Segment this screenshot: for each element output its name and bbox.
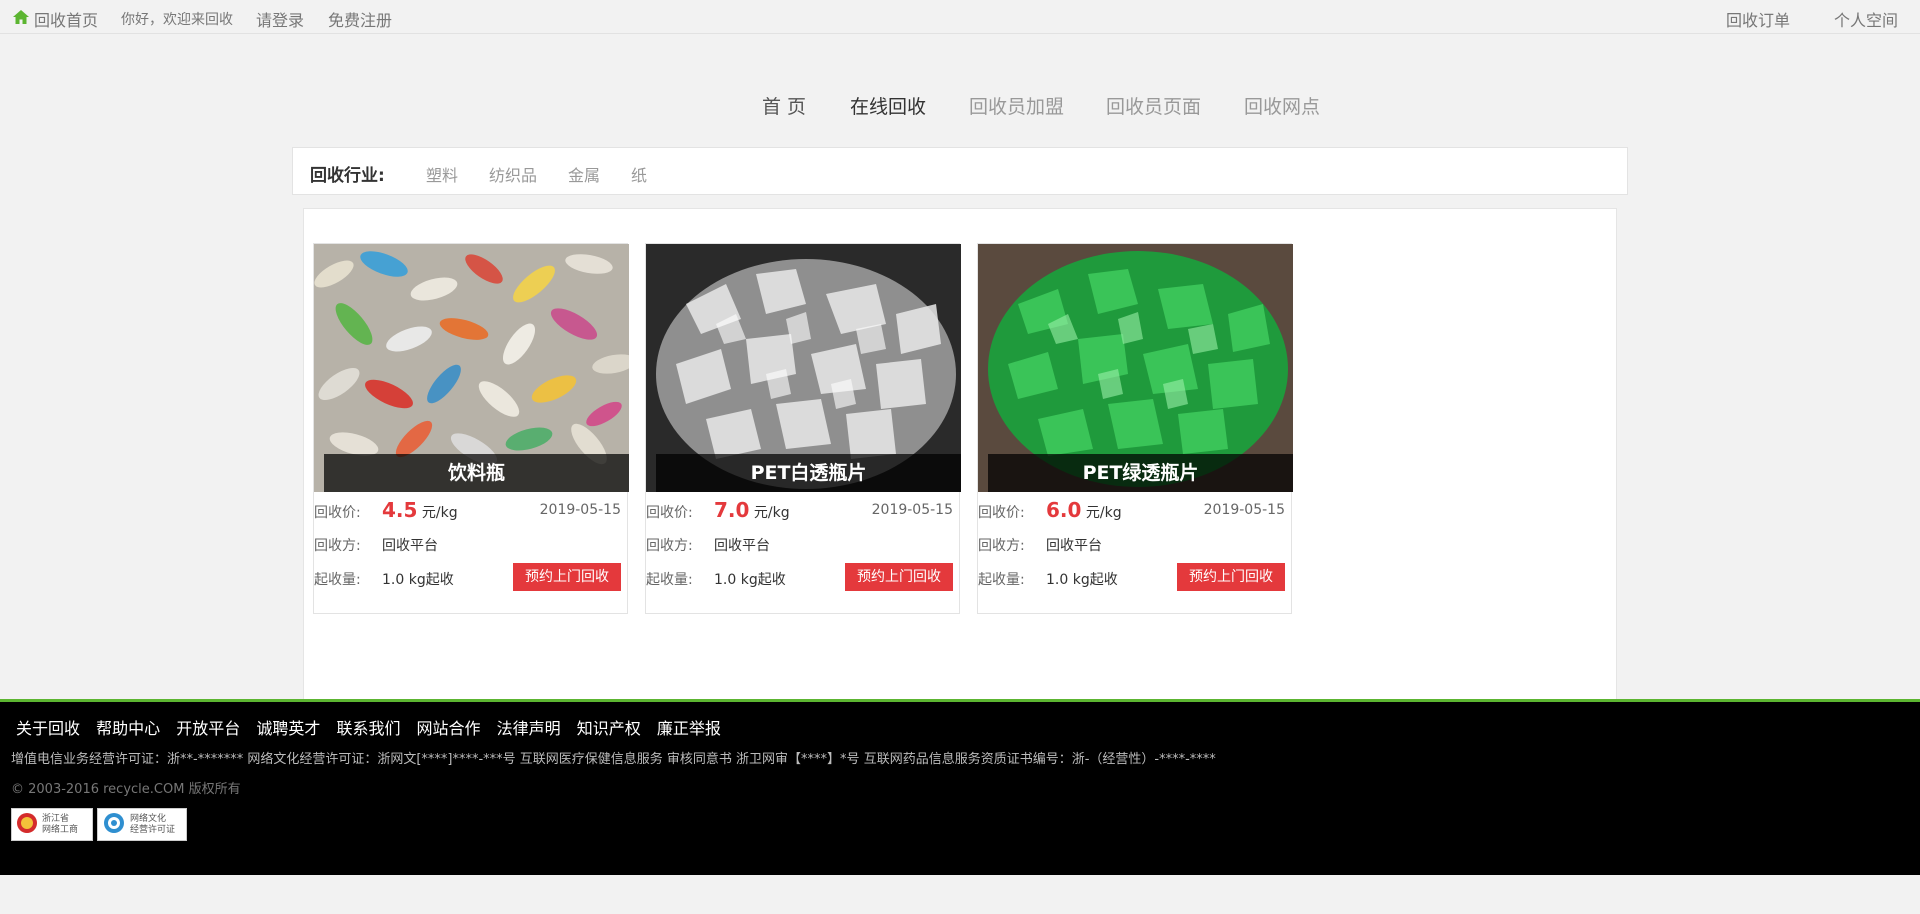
category-label: 回收行业: <box>310 166 385 186</box>
recycler-label: 回收方: <box>978 538 1025 554</box>
category-paper[interactable]: 纸 <box>631 162 647 186</box>
product-image[interactable]: PET绿透瓶片 <box>978 244 1293 492</box>
copyright-text: © 2003-2016 recycle.COM 版权所有 <box>11 782 241 797</box>
login-link[interactable]: 请登录 <box>256 7 304 31</box>
product-name: PET绿透瓶片 <box>988 454 1293 492</box>
min-quantity-value: 1.0 kg起收 <box>1046 572 1118 588</box>
min-quantity-label: 起收量: <box>646 572 693 588</box>
register-link[interactable]: 免费注册 <box>328 7 392 31</box>
footer-link-careers[interactable]: 诚聘英才 <box>256 719 320 738</box>
min-quantity-value: 1.0 kg起收 <box>714 572 786 588</box>
footer-links: 关于回收 帮助中心 开放平台 诚聘英才 联系我们 网站合作 法律声明 知识产权 … <box>16 715 732 739</box>
footer-link-about[interactable]: 关于回收 <box>16 719 80 738</box>
book-pickup-button[interactable]: 预约上门回收 <box>513 563 621 591</box>
home-icon <box>12 9 30 29</box>
emblem-icon <box>16 811 38 839</box>
product-card[interactable]: PET白透瓶片 回收价: 7.0 元/kg 2019-05-15 回收方: 回收… <box>645 243 961 614</box>
price-unit: 元/kg <box>421 505 458 521</box>
price-date: 2019-05-15 <box>539 502 621 518</box>
home-link[interactable]: 回收首页 <box>12 7 98 31</box>
price-date: 2019-05-15 <box>871 502 953 518</box>
recycler-label: 回收方: <box>314 538 361 554</box>
category-bar: 回收行业: 塑料 纺织品 金属 纸 <box>292 147 1628 195</box>
price-label: 回收价: <box>646 505 693 521</box>
badge-culture-license[interactable]: 网络文化 经营许可证 <box>97 808 187 841</box>
footer-link-open-platform[interactable]: 开放平台 <box>176 719 240 738</box>
min-quantity-label: 起收量: <box>314 572 361 588</box>
price-unit: 元/kg <box>1085 505 1122 521</box>
price-unit: 元/kg <box>753 505 790 521</box>
footer-link-legal[interactable]: 法律声明 <box>497 719 561 738</box>
price-value: 7.0 <box>714 498 750 522</box>
product-image[interactable]: PET白透瓶片 <box>646 244 961 492</box>
badge1-line2: 网络工商 <box>42 824 79 835</box>
nav-home[interactable]: 首 页 <box>762 92 806 119</box>
recycler-value: 回收平台 <box>382 538 438 554</box>
nav-online-recycle[interactable]: 在线回收 <box>850 92 926 119</box>
price-date: 2019-05-15 <box>1203 502 1285 518</box>
nav-recycle-points[interactable]: 回收网点 <box>1244 92 1320 119</box>
footer-link-report[interactable]: 廉正举报 <box>657 719 721 738</box>
product-card[interactable]: 饮料瓶 回收价: 4.5 元/kg 2019-05-15 回收方: 回收平台 起… <box>313 243 629 614</box>
home-label: 回收首页 <box>34 11 99 30</box>
greeting-text: 你好，欢迎来回收 <box>121 12 233 28</box>
main-nav: 首 页 在线回收 回收员加盟 回收员页面 回收网点 <box>0 92 1920 120</box>
badge2-line2: 经营许可证 <box>130 824 176 835</box>
license-text: 增值电信业务经营许可证：浙**-******* 网络文化经营许可证：浙网文[**… <box>11 752 1216 767</box>
top-bar: 回收首页 你好，欢迎来回收 请登录 免费注册 回收订单 个人空间 <box>0 0 1920 34</box>
price-value: 6.0 <box>1046 498 1082 522</box>
price-value: 4.5 <box>382 498 418 522</box>
min-quantity-label: 起收量: <box>978 572 1025 588</box>
recycler-label: 回收方: <box>646 538 693 554</box>
badge2-line1: 网络文化 <box>130 813 167 824</box>
nav-recycler-page[interactable]: 回收员页面 <box>1106 92 1201 119</box>
recycler-value: 回收平台 <box>714 538 770 554</box>
category-plastic[interactable]: 塑料 <box>426 162 458 186</box>
product-name: PET白透瓶片 <box>656 454 961 492</box>
personal-space-link[interactable]: 个人空间 <box>1834 7 1898 31</box>
product-list: 饮料瓶 回收价: 4.5 元/kg 2019-05-15 回收方: 回收平台 起… <box>303 208 1617 700</box>
book-pickup-button[interactable]: 预约上门回收 <box>845 563 953 591</box>
culture-license-icon <box>102 811 126 839</box>
footer-link-partnership[interactable]: 网站合作 <box>417 719 481 738</box>
product-image[interactable]: 饮料瓶 <box>314 244 629 492</box>
book-pickup-button[interactable]: 预约上门回收 <box>1177 563 1285 591</box>
badge1-line1: 浙江省 <box>42 813 70 824</box>
recycler-value: 回收平台 <box>1046 538 1102 554</box>
badge-business-license[interactable]: 浙江省 网络工商 <box>11 808 93 841</box>
product-card[interactable]: PET绿透瓶片 回收价: 6.0 元/kg 2019-05-15 回收方: 回收… <box>977 243 1293 614</box>
product-name: 饮料瓶 <box>324 454 629 492</box>
orders-link[interactable]: 回收订单 <box>1726 7 1790 31</box>
footer-link-ip[interactable]: 知识产权 <box>577 719 641 738</box>
footer: 关于回收 帮助中心 开放平台 诚聘英才 联系我们 网站合作 法律声明 知识产权 … <box>0 699 1920 875</box>
footer-link-contact[interactable]: 联系我们 <box>336 719 400 738</box>
category-textile[interactable]: 纺织品 <box>489 162 537 186</box>
min-quantity-value: 1.0 kg起收 <box>382 572 454 588</box>
category-metal[interactable]: 金属 <box>568 162 600 186</box>
footer-link-help[interactable]: 帮助中心 <box>96 719 160 738</box>
price-label: 回收价: <box>314 505 361 521</box>
price-label: 回收价: <box>978 505 1025 521</box>
nav-recycler-join[interactable]: 回收员加盟 <box>969 92 1064 119</box>
